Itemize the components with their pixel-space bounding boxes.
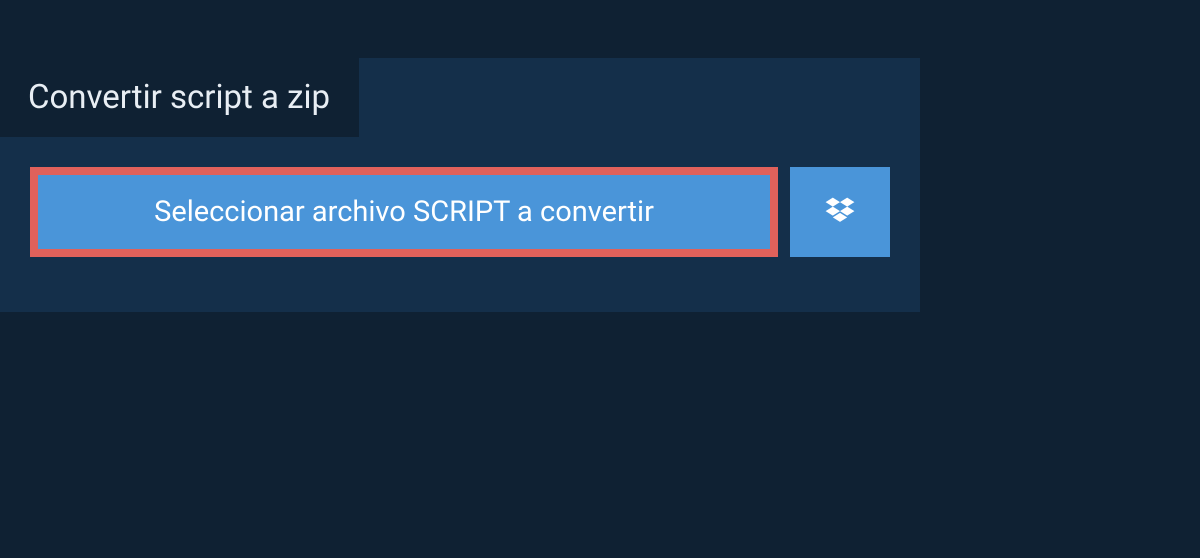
tab-title: Convertir script a zip bbox=[28, 78, 330, 117]
tab-body: Seleccionar archivo SCRIPT a convertir bbox=[0, 137, 920, 312]
converter-panel: Convertir script a zip Seleccionar archi… bbox=[0, 58, 920, 312]
select-file-label: Seleccionar archivo SCRIPT a convertir bbox=[154, 195, 654, 229]
tab-header: Convertir script a zip bbox=[0, 58, 359, 137]
dropbox-icon bbox=[822, 194, 858, 230]
select-file-button[interactable]: Seleccionar archivo SCRIPT a convertir bbox=[30, 167, 778, 257]
dropbox-button[interactable] bbox=[790, 167, 890, 257]
button-row: Seleccionar archivo SCRIPT a convertir bbox=[30, 167, 890, 257]
